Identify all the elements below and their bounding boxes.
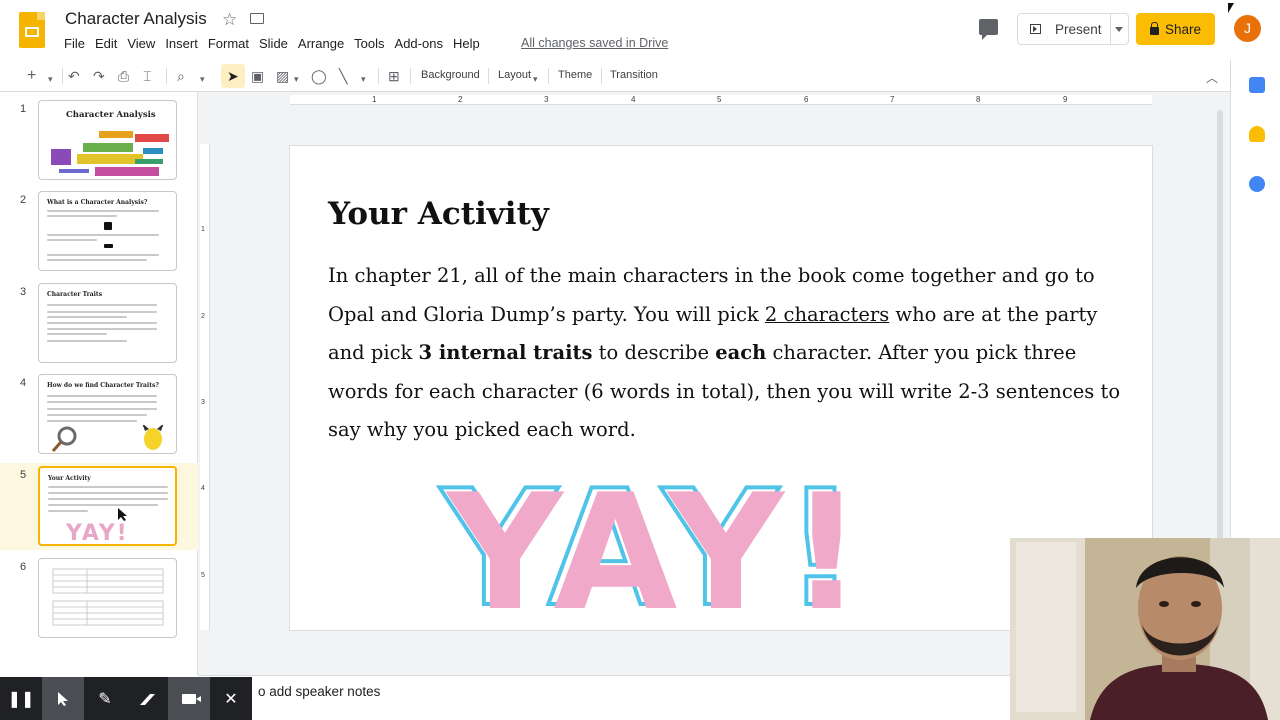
camera-toggle-button[interactable] [168,677,210,720]
slide-filmstrip: 1 Character Analysis 2 What is a Charact… [0,92,198,675]
menu-bar: File Edit View Insert Format Slide Arran… [64,36,490,51]
word-cloud-image [51,131,169,176]
zoom-dropdown-icon[interactable]: ▾ [200,70,205,88]
slides-logo-icon[interactable] [19,12,45,48]
pointer-tool-button[interactable] [42,677,84,720]
shape-icon[interactable]: ◯ [311,67,327,85]
yay-thumbnail-image: YAY! [65,521,129,546]
collapse-toolbar-icon[interactable]: ︿ [1206,69,1218,87]
horizontal-ruler[interactable]: 1 2 3 4 5 6 7 8 9 [290,95,1152,105]
pause-button[interactable]: ❚❚ [0,677,42,720]
thumbnail[interactable]: What is a Character Analysis? [38,191,177,271]
avatar[interactable]: J [1234,15,1261,42]
present-button[interactable]: Present [1017,13,1129,45]
tasks-icon[interactable] [1249,176,1265,192]
slide-body-text[interactable]: In chapter 21, all of the main character… [328,257,1128,450]
header: Character Analysis ☆ File Edit View Inse… [0,0,1280,60]
speaker-notes-placeholder[interactable]: o add speaker notes [258,684,380,699]
slide-heading[interactable]: Your Activity [328,196,549,232]
toolbar: + ▾ ↶ ↷ ⎙ ⌶ ⌕ ▾ ➤ ▣ ▨ ▾ ◯ ╲ ▾ ⊞ Backgrou… [0,60,1230,92]
new-slide-icon[interactable]: + [27,67,36,85]
close-icon: ✕ [224,690,238,708]
recording-toolbar: ❚❚ ✎ ✕ [0,677,252,720]
slide-thumb-2[interactable]: 2 What is a Character Analysis? [0,188,198,275]
menu-arrange[interactable]: Arrange [298,36,352,51]
share-button[interactable]: Share [1136,13,1215,45]
lock-icon [1149,21,1159,35]
yay-word-art[interactable]: YAY! YAY! [435,468,925,618]
menu-edit[interactable]: Edit [95,36,125,51]
yay-fill-text: YAY! [445,468,869,618]
presenter-video-image [1010,538,1280,720]
undo-icon[interactable]: ↶ [68,67,80,85]
thumbnail[interactable] [38,558,177,638]
thumbnail[interactable]: Character Traits [38,283,177,363]
keep-icon[interactable] [1249,126,1265,142]
pen-tool-button[interactable]: ✎ [84,677,126,720]
redo-icon[interactable]: ↷ [93,67,105,85]
highlighter-tool-button[interactable] [126,677,168,720]
zoom-icon[interactable]: ⌕ [177,67,185,85]
menu-insert[interactable]: Insert [165,36,206,51]
line-dropdown-icon[interactable]: ▾ [361,70,366,88]
magnifier-pikachu-image [51,425,164,452]
image-icon[interactable]: ▨ [276,67,289,85]
slides-app: Character Analysis ☆ File Edit View Inse… [0,0,1280,720]
calendar-icon[interactable] [1249,77,1265,93]
slide-thumb-4[interactable]: 4 How do we find Character Traits? [0,371,198,458]
star-icon[interactable]: ☆ [222,10,237,30]
thumbnail[interactable]: How do we find Character Traits? [38,374,177,454]
present-dropdown-icon[interactable] [1115,27,1123,32]
add-comment-icon[interactable]: ⊞ [388,67,400,85]
layout-dropdown-icon[interactable]: ▾ [533,70,538,88]
background-button[interactable]: Background [421,69,480,81]
webcam-overlay [1010,538,1280,720]
cursor-select-icon[interactable]: ➤ [227,67,239,85]
slide-thumb-6[interactable]: 6 [0,555,198,642]
slide-thumb-3[interactable]: 3 Character Traits [0,280,198,367]
new-slide-dropdown-icon[interactable]: ▾ [48,70,53,88]
print-icon[interactable]: ⎙ [118,67,129,85]
highlighter-icon [140,693,155,705]
close-recording-button[interactable]: ✕ [210,677,252,720]
vertical-ruler[interactable]: 1 2 3 4 5 [200,144,210,630]
theme-button[interactable]: Theme [558,69,592,81]
thumbnail[interactable]: Character Analysis [38,100,177,180]
pause-icon: ❚❚ [7,690,35,708]
camera-icon [182,693,201,704]
line-icon[interactable]: ╲ [339,67,347,85]
document-title[interactable]: Character Analysis [65,9,207,29]
slide-thumb-5[interactable]: 5 Your Activity YAY! [0,463,198,550]
present-icon [1030,24,1041,34]
svg-text:YAY!: YAY! [65,521,129,546]
menu-tools[interactable]: Tools [354,36,392,51]
mouse-pointer-icon [118,508,127,521]
pointer-icon [58,691,68,706]
paint-format-icon[interactable]: ⌶ [143,67,151,85]
image-dropdown-icon[interactable]: ▾ [294,70,299,88]
text-box-icon[interactable]: ▣ [251,67,264,85]
share-label: Share [1164,21,1202,37]
mouse-pointer-icon [1228,3,1234,13]
menu-view[interactable]: View [127,36,163,51]
pen-icon: ✎ [98,690,112,708]
move-folder-icon[interactable] [250,13,264,24]
menu-slide[interactable]: Slide [259,36,296,51]
menu-file[interactable]: File [64,36,93,51]
menu-help[interactable]: Help [453,36,488,51]
thumbnail[interactable]: Your Activity YAY! [38,466,177,546]
present-label: Present [1055,21,1102,37]
layout-button[interactable]: Layout [498,69,531,81]
slide-thumb-1[interactable]: 1 Character Analysis [0,97,198,184]
side-panel [1230,60,1280,540]
saved-status[interactable]: All changes saved in Drive [521,36,668,50]
menu-add-ons[interactable]: Add-ons [395,36,451,51]
comment-icon[interactable] [979,19,998,40]
table-thumbnail-image [52,568,164,626]
menu-format[interactable]: Format [208,36,257,51]
transition-button[interactable]: Transition [610,69,658,81]
